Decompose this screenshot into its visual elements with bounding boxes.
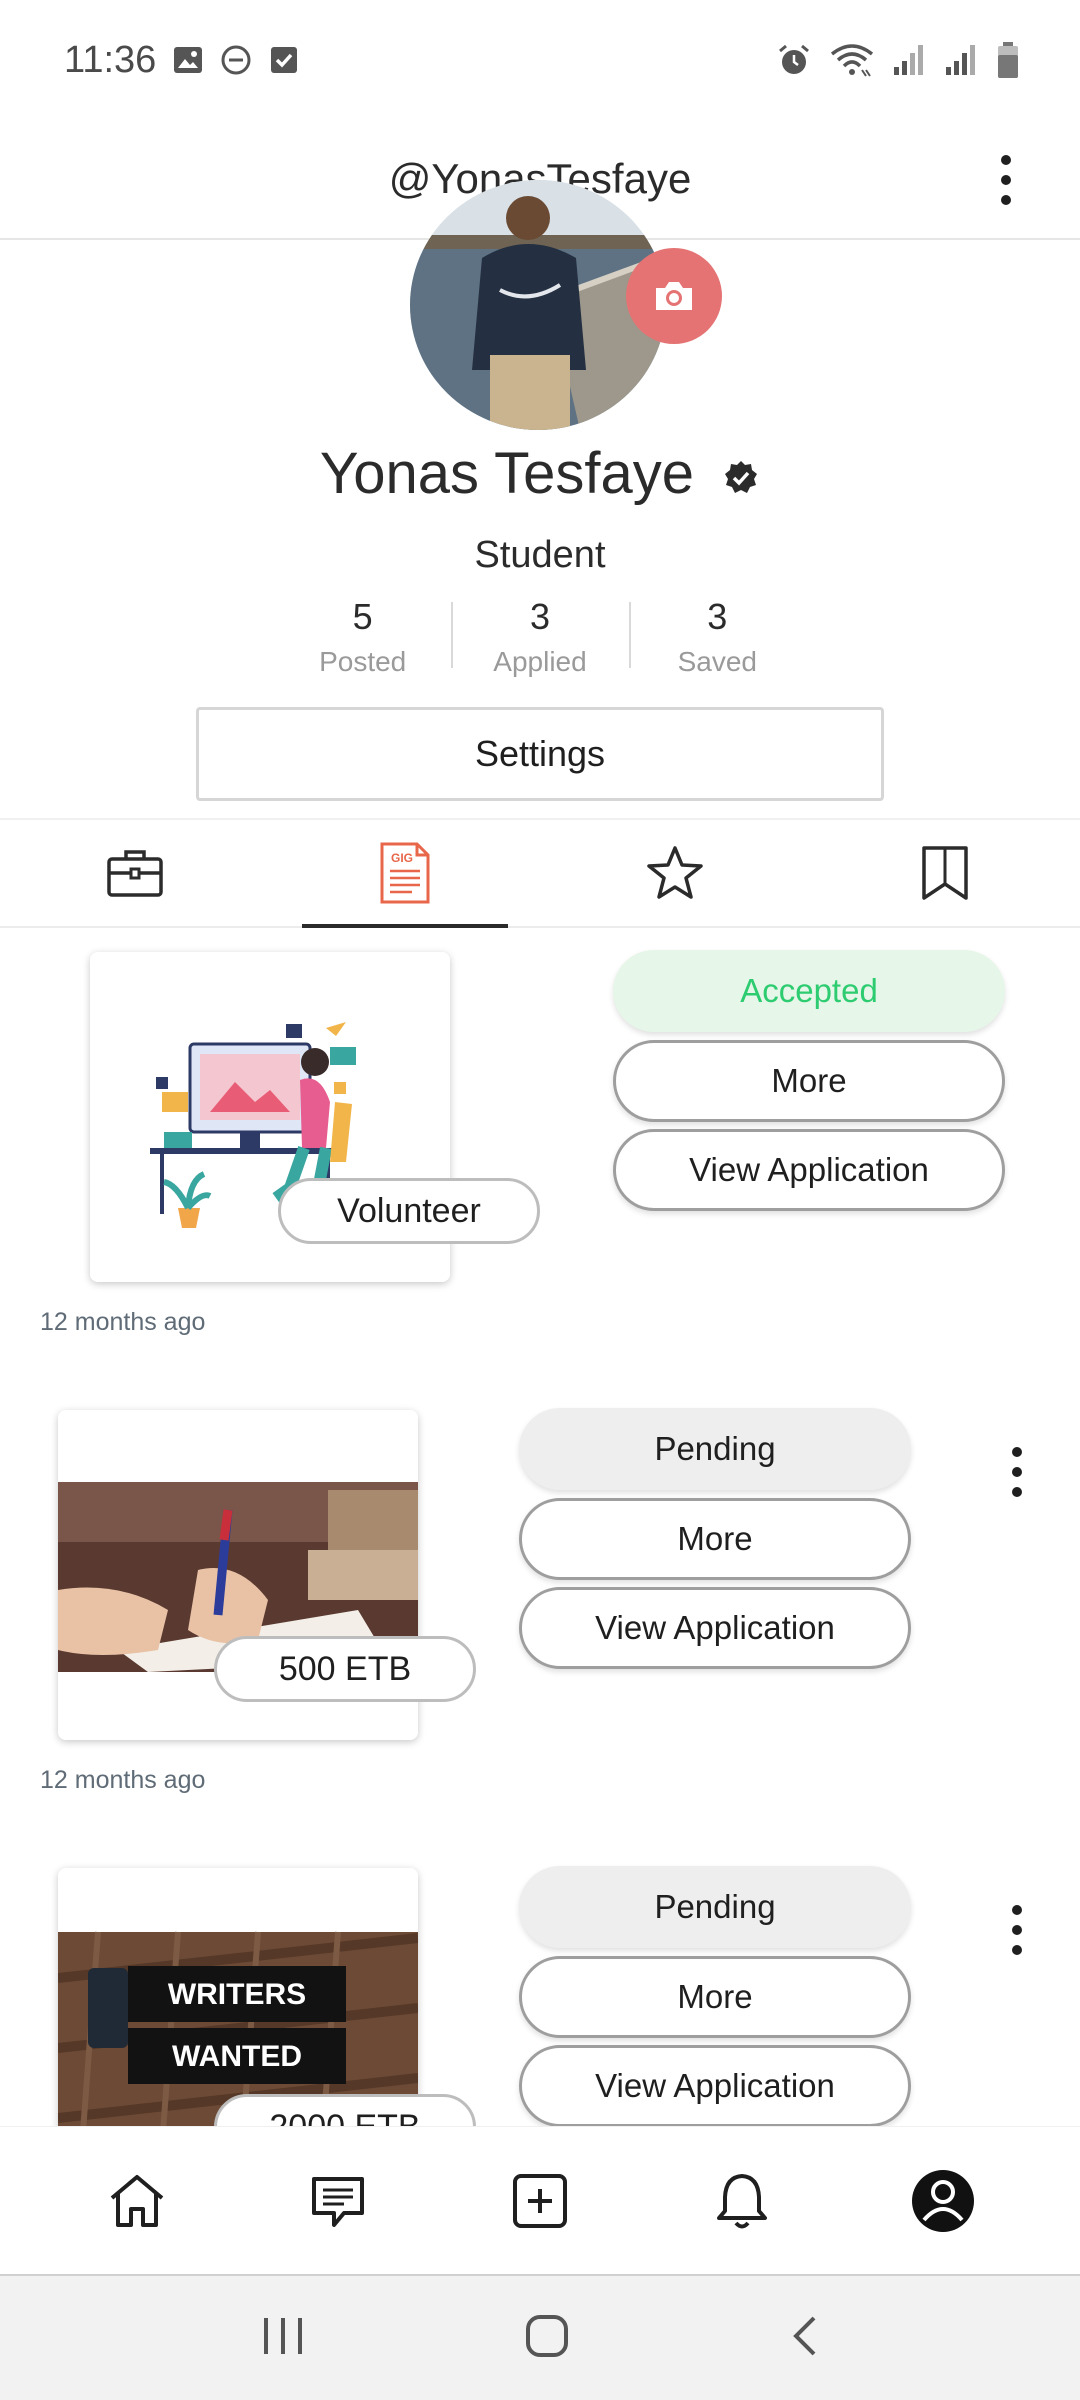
nav-messages[interactable] [288, 2151, 388, 2251]
image-icon [174, 47, 203, 73]
stat-value: 3 [529, 596, 550, 637]
view-application-button[interactable]: View Application [519, 2045, 911, 2126]
settings-button[interactable]: Settings [196, 707, 884, 801]
status-badge: Pending [519, 1866, 911, 1948]
checkbox-icon [271, 47, 298, 73]
timestamp: 12 months ago [40, 1766, 206, 1794]
wifi-icon [830, 44, 874, 77]
system-home-button[interactable] [523, 2312, 571, 2365]
tab-starred[interactable] [540, 820, 810, 926]
image-text-writers: WRITERS [168, 1978, 306, 2011]
system-navigation [0, 2274, 1080, 2400]
tab-saved[interactable] [810, 820, 1080, 926]
stat-label: Posted [319, 646, 407, 677]
stat-value: 5 [352, 596, 373, 637]
bottom-navigation [0, 2126, 1080, 2274]
nav-add[interactable] [490, 2151, 590, 2251]
item-menu-icon[interactable] [992, 1892, 1042, 1968]
camera-icon [656, 282, 692, 310]
image-text-wanted: WANTED [172, 2040, 302, 2073]
stat-saved[interactable]: 3 Saved [628, 596, 806, 688]
dnd-icon [221, 45, 251, 75]
signal-icon [946, 45, 975, 75]
tab-applied[interactable]: GIG [270, 820, 540, 928]
item-menu-icon[interactable] [992, 1434, 1042, 1510]
profile-icon [912, 2169, 975, 2232]
profile-stats: 5 Posted 3 Applied 3 Saved [274, 596, 806, 688]
signal-icon [894, 45, 923, 75]
change-photo-button[interactable] [626, 248, 722, 344]
nav-profile[interactable] [893, 2151, 993, 2251]
stat-applied[interactable]: 3 Applied [451, 596, 628, 688]
recents-icon [263, 2317, 302, 2354]
home-circle-icon [525, 2314, 568, 2357]
status-badge: Pending [519, 1408, 911, 1490]
overflow-menu-icon[interactable] [976, 142, 1036, 218]
nav-notifications[interactable] [692, 2151, 792, 2251]
alarm-icon [779, 44, 809, 74]
stat-label: Applied [493, 646, 587, 677]
applications-feed: Volunteer Accepted More View Application… [0, 930, 1080, 2126]
stat-value: 3 [707, 596, 728, 637]
back-icon [793, 2316, 816, 2355]
view-application-button[interactable]: View Application [613, 1129, 1005, 1211]
more-button[interactable]: More [519, 1956, 911, 2038]
bookmark-icon [922, 846, 968, 900]
status-right [776, 41, 1020, 79]
gig-icon-text: GIG [391, 851, 413, 865]
price-badge: 500 ETB [214, 1636, 476, 1702]
nav-home[interactable] [87, 2151, 187, 2251]
stat-label: Saved [677, 646, 758, 677]
application-card[interactable]: WRITERS WANTED [58, 1868, 418, 2126]
battery-icon [998, 42, 1018, 78]
profile-role: Student [474, 534, 606, 576]
briefcase-icon [107, 850, 163, 897]
stat-posted[interactable]: 5 Posted [274, 596, 451, 688]
profile-tabs: GIG [0, 818, 1080, 928]
timestamp: 12 months ago [40, 1308, 206, 1336]
writers-wanted-image: WRITERS WANTED [58, 1868, 418, 2126]
gig-document-icon: GIG [380, 842, 430, 904]
bell-icon [716, 2173, 767, 2228]
system-back-button[interactable] [786, 2312, 822, 2365]
home-icon [110, 2174, 164, 2227]
status-bar: 11:36 [0, 0, 1080, 120]
status-time: 11:36 [64, 38, 157, 81]
price-badge: Volunteer [278, 1178, 540, 1244]
more-button[interactable]: More [613, 1040, 1005, 1122]
verified-icon [725, 460, 758, 493]
profile-name-row: Yonas Tesfaye [0, 440, 1080, 507]
system-recents-button[interactable] [258, 2314, 308, 2363]
price-badge: 2000 ETB [214, 2094, 476, 2126]
more-button[interactable]: More [519, 1498, 911, 1580]
view-application-button[interactable]: View Application [519, 1587, 911, 1669]
status-left: 11:36 [64, 39, 300, 82]
status-badge: Accepted [613, 950, 1005, 1032]
star-icon [647, 846, 703, 899]
tab-posted[interactable] [0, 820, 270, 926]
profile-name: Yonas Tesfaye [319, 441, 694, 506]
add-icon [512, 2173, 567, 2228]
chat-icon [312, 2176, 365, 2227]
